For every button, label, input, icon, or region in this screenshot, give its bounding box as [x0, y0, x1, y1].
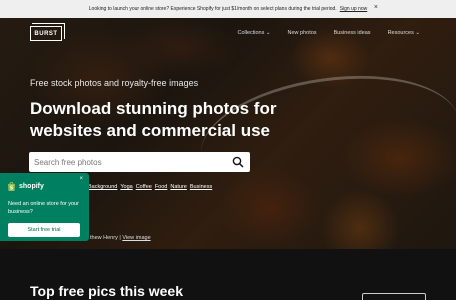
popular-tags: Background Yoga Coffee Food Nature Busin…: [88, 184, 212, 190]
tag-nature[interactable]: Nature: [170, 184, 187, 190]
burst-logo[interactable]: BURST: [30, 23, 65, 41]
tag-yoga[interactable]: Yoga: [120, 184, 132, 190]
shopify-bag-icon: S: [8, 182, 15, 192]
nav-links: Collections ⌄ New photos Business ideas …: [237, 30, 420, 36]
search-icon[interactable]: [232, 156, 244, 168]
view-image-link[interactable]: View image: [122, 235, 150, 241]
tag-business[interactable]: Business: [190, 184, 212, 190]
section-title: Top free pics this week: [30, 283, 184, 299]
section-button[interactable]: [362, 293, 426, 300]
popup-message: Need an online store for your business?: [8, 201, 79, 215]
hero-headline: Download stunning photos for websites an…: [30, 99, 277, 140]
nav-collections[interactable]: Collections ⌄: [237, 30, 270, 36]
search-input[interactable]: [29, 152, 219, 173]
promo-close-icon[interactable]: ×: [374, 4, 378, 11]
nav-new-photos[interactable]: New photos: [288, 30, 317, 36]
hero-tagline: Free stock photos and royalty-free image…: [30, 78, 199, 88]
svg-text:S: S: [10, 186, 14, 192]
shopify-brand: S shopify: [7, 181, 44, 191]
promo-message: Looking to launch your online store? Exp…: [88, 6, 337, 12]
photo-credit: thew Henry | View image: [90, 235, 151, 241]
nav-business-ideas[interactable]: Business ideas: [334, 30, 371, 36]
shopify-popup: S shopify × Need an online store for you…: [0, 173, 89, 241]
search-bar: [29, 152, 250, 173]
tag-coffee[interactable]: Coffee: [136, 184, 152, 190]
tag-food[interactable]: Food: [155, 184, 168, 190]
main-nav: BURST Collections ⌄ New photos Business …: [0, 18, 456, 48]
shopify-wordmark: shopify: [19, 182, 44, 190]
popup-close-icon[interactable]: ×: [79, 176, 83, 182]
promo-bar: Looking to launch your online store? Exp…: [0, 0, 456, 18]
nav-resources[interactable]: Resources ⌄: [388, 30, 420, 36]
start-free-trial-button[interactable]: Start free trial: [8, 223, 80, 237]
promo-signup-link[interactable]: Sign up now: [340, 6, 368, 12]
tag-background[interactable]: Background: [88, 184, 117, 190]
credit-author: thew Henry |: [90, 235, 121, 241]
